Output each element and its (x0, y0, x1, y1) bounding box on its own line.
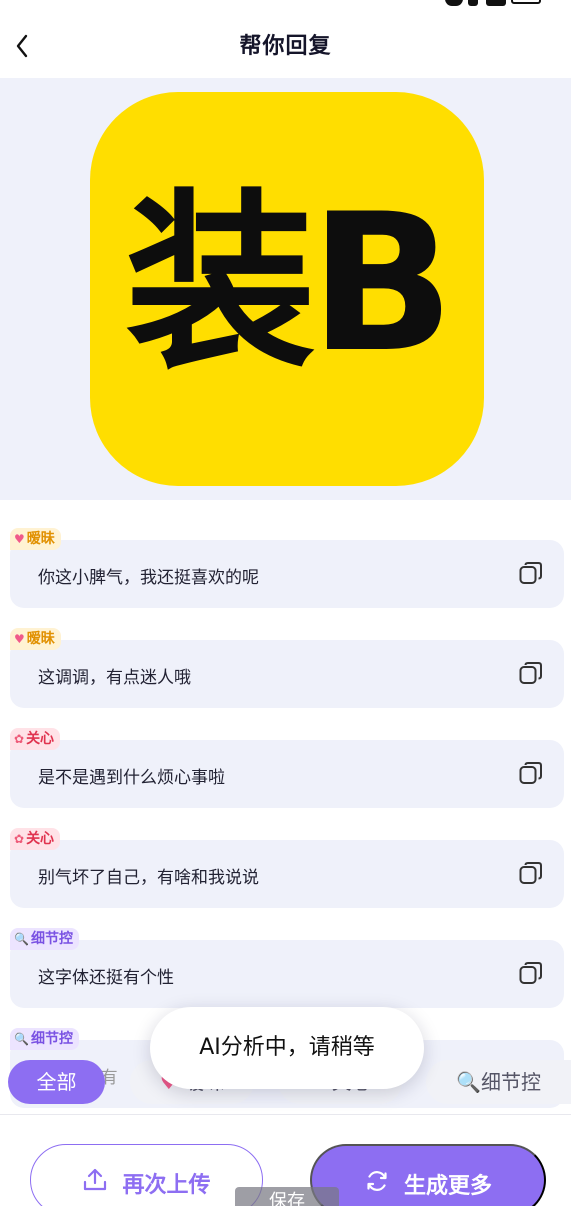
reply-text: 这调调，有点迷人哦 (38, 668, 191, 688)
copy-icon[interactable] (518, 560, 544, 586)
loading-toast: AI分析中，请稍等 (150, 1007, 424, 1089)
upload-icon (82, 1167, 108, 1199)
save-tooltip: 保存 (235, 1187, 339, 1206)
uploaded-image-preview: 装B (0, 78, 571, 500)
reply-card[interactable]: 你这小脾气，我还挺喜欢的呢 (10, 540, 564, 608)
copy-icon[interactable] (518, 660, 544, 686)
reply-card[interactable]: 别气坏了自己，有啥和我说说 (10, 840, 564, 908)
reply-card[interactable]: 这调调，有点迷人哦 (10, 640, 564, 708)
page-title: 帮你回复 (239, 34, 332, 59)
tag-badge: ✿ 关心 (10, 728, 61, 750)
reply-text: 这字体还挺有个性 (38, 968, 174, 988)
logo-text: 装B (125, 173, 455, 394)
tag-badge: 🔍 细节控 (10, 1028, 79, 1050)
reply-text: 别气坏了自己，有啥和我说说 (38, 868, 259, 888)
reply-item: 🔍 细节控 这字体还挺有个性 (10, 928, 564, 1010)
reply-item: ✿ 关心 别气坏了自己，有啥和我说说 (10, 828, 564, 910)
copy-icon[interactable] (518, 860, 544, 886)
reply-item: ♥ 暧昧 你这小脾气，我还挺喜欢的呢 (10, 528, 564, 610)
copy-icon[interactable] (518, 960, 544, 986)
reply-text: 是不是遇到什么烦心事啦 (38, 768, 225, 788)
status-bar (0, 0, 571, 14)
copy-icon[interactable] (518, 760, 544, 786)
filter-chip-all[interactable]: 全部 (8, 1060, 105, 1104)
tag-badge: ♥ 暧昧 (10, 628, 61, 650)
reupload-button[interactable]: 再次上传 (30, 1144, 263, 1206)
tag-badge: 🔍 细节控 (10, 928, 79, 950)
reply-item: ♥ 暧昧 这调调，有点迷人哦 (10, 628, 564, 710)
generate-more-button[interactable]: 生成更多 (310, 1144, 546, 1206)
tag-badge: ♥ 暧昧 (10, 528, 61, 550)
heart-icon: ♥ (14, 532, 25, 546)
magnifier-icon: 🔍 (14, 932, 29, 946)
reply-text: 你这小脾气，我还挺喜欢的呢 (38, 568, 259, 588)
tulip-icon: ✿ (14, 832, 25, 846)
refresh-icon (364, 1168, 390, 1200)
filter-chip-detail[interactable]: 🔍细节控 (426, 1060, 571, 1104)
app-logo-image: 装B (90, 92, 484, 486)
reply-card[interactable]: 这字体还挺有个性 (10, 940, 564, 1008)
reply-card[interactable]: 是不是遇到什么烦心事啦 (10, 740, 564, 808)
bottom-action-bar: 再次上传 生成更多 保存 (0, 1115, 571, 1206)
magnifier-icon: 🔍 (14, 1032, 29, 1046)
navigation-bar: 帮你回复 (0, 14, 571, 78)
tag-badge: ✿ 关心 (10, 828, 61, 850)
tulip-icon: ✿ (14, 732, 25, 746)
heart-icon: ♥ (14, 632, 25, 646)
reply-item: ✿ 关心 是不是遇到什么烦心事啦 (10, 728, 564, 810)
